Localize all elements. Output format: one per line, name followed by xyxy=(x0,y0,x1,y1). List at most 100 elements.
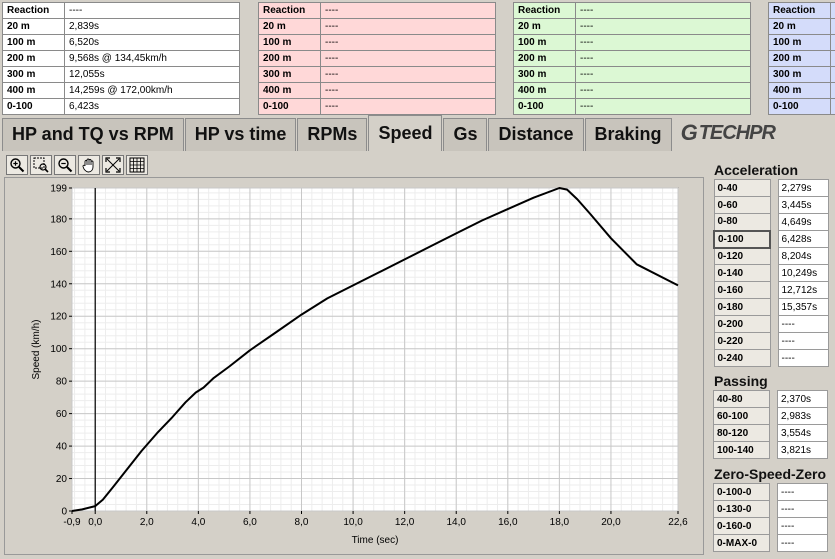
run-table-row: Reaction ---- xyxy=(258,2,496,19)
run-metric-label: 200 m xyxy=(258,50,321,67)
metric-label[interactable]: 0-40 xyxy=(713,179,771,197)
run-metric-value xyxy=(830,50,835,67)
run-table-2: Reaction ---- 20 m ---- 100 m ---- 200 m ---- 30… xyxy=(258,2,496,115)
metric-label[interactable]: 0-180 xyxy=(713,298,771,316)
run-metric-value xyxy=(830,18,835,35)
run-metric-value xyxy=(830,66,835,83)
metric-label[interactable]: 0-240 xyxy=(713,349,771,367)
metric-value: 4,649s xyxy=(777,213,829,231)
plot-toolbar xyxy=(6,155,148,175)
run-table-row: 20 m ---- xyxy=(258,18,496,35)
run-table-row: Reaction xyxy=(768,2,835,19)
run-metric-label: 100 m xyxy=(768,34,831,51)
logo-text: TECHPR xyxy=(698,121,776,144)
cell-spacer xyxy=(770,248,778,265)
metric-value: ---- xyxy=(777,483,828,501)
metric-label[interactable]: 80-120 xyxy=(713,424,770,442)
run-metric-label: 20 m xyxy=(2,18,65,35)
x-tick-label: 2,0 xyxy=(140,517,154,528)
run-metric-value xyxy=(830,34,835,51)
metric-label[interactable]: 100-140 xyxy=(713,441,770,459)
run-table-row: 300 m ---- xyxy=(258,66,496,83)
run-metric-label: 100 m xyxy=(2,34,65,51)
metric-label[interactable]: 0-140 xyxy=(713,264,771,282)
tab-hp-tq-vs-rpm[interactable]: HP and TQ vs RPM xyxy=(2,118,184,151)
plot-area[interactable] xyxy=(71,187,679,512)
y-tick-label: 40 xyxy=(56,442,68,453)
cell-spacer xyxy=(770,282,778,299)
metric-label[interactable]: 0-130-0 xyxy=(713,500,770,518)
metric-label[interactable]: 40-80 xyxy=(713,390,770,408)
metric-value: 12,712s xyxy=(777,281,829,299)
metric-row: 100-140 3,821s xyxy=(713,441,828,459)
zero-speed-zero-title: Zero-Speed-Zero xyxy=(714,466,827,482)
run-metric-value: ---- xyxy=(575,82,751,99)
run-metric-value: ---- xyxy=(320,34,496,51)
zoom-fit-icon[interactable] xyxy=(102,155,124,175)
logo-mark-icon: G xyxy=(680,120,698,145)
cell-spacer xyxy=(770,265,778,282)
zoom-out-icon[interactable] xyxy=(54,155,76,175)
speed-chart[interactable]: -0,9 0,0 2,0 4,0 6,0 8,0 10,0 12,0 14,0 16,0 18,0 2… xyxy=(5,178,703,554)
x-tick-label: 14,0 xyxy=(446,517,466,528)
run-metric-value: ---- xyxy=(320,2,496,19)
metric-row: 0-130-0 ---- xyxy=(713,500,828,518)
run-metric-value: ---- xyxy=(320,98,496,115)
run-metric-label: 100 m xyxy=(258,34,321,51)
run-metric-value: ---- xyxy=(575,34,751,51)
cell-spacer xyxy=(770,180,778,197)
run-table-row: 400 m 14,259s @ 172,00km/h xyxy=(2,82,240,99)
metric-label[interactable]: 0-60 xyxy=(713,196,771,214)
run-metric-label: Reaction xyxy=(2,2,65,19)
run-metric-label: 0-100 xyxy=(258,98,321,115)
run-metric-value: ---- xyxy=(575,50,751,67)
run-table-row: 0-100 ---- xyxy=(258,98,496,115)
metric-row: 0-100-0 ---- xyxy=(713,483,828,501)
metric-label[interactable]: 0-120 xyxy=(713,247,771,265)
metric-label[interactable]: 0-80 xyxy=(713,213,771,231)
tab-braking[interactable]: Braking xyxy=(584,118,672,151)
run-metric-value: ---- xyxy=(575,98,751,115)
metric-row: 0-200 ---- xyxy=(713,315,829,333)
metric-label[interactable]: 60-100 xyxy=(713,407,770,425)
run-metric-value: ---- xyxy=(320,82,496,99)
cell-spacer xyxy=(770,316,778,333)
cell-spacer xyxy=(770,425,778,442)
run-metric-label: 20 m xyxy=(768,18,831,35)
run-metric-value: 12,055s xyxy=(64,66,240,83)
grid-icon[interactable] xyxy=(126,155,148,175)
metric-label[interactable]: 0-MAX-0 xyxy=(713,534,770,552)
zoom-in-icon[interactable] xyxy=(6,155,28,175)
zoom-rect-icon[interactable] xyxy=(30,155,52,175)
tab-rpms[interactable]: RPMs xyxy=(297,118,368,151)
metric-row: 0-160-0 ---- xyxy=(713,517,828,535)
metric-label[interactable]: 0-100-0 xyxy=(713,483,770,501)
tab-hp-vs-time[interactable]: HP vs time xyxy=(184,118,297,151)
metric-label[interactable]: 0-220 xyxy=(713,332,771,350)
metric-value: 2,983s xyxy=(777,407,828,425)
tab-distance[interactable]: Distance xyxy=(488,118,584,151)
run-metric-value xyxy=(830,98,835,115)
acceleration-panel: Acceleration 0-40 2,279s 0-60 3,445s 0-80 4,6… xyxy=(710,161,835,367)
metric-row: 40-80 2,370s xyxy=(713,390,828,408)
pan-hand-icon[interactable] xyxy=(78,155,100,175)
tab-speed[interactable]: Speed xyxy=(368,115,443,151)
tab-bar: HP and TQ vs RPM HP vs time RPMs Speed G… xyxy=(2,115,835,151)
x-tick-label: 10,0 xyxy=(343,517,363,528)
run-table-row: Reaction ---- xyxy=(513,2,751,19)
metric-label[interactable]: 0-160-0 xyxy=(713,517,770,535)
run-metric-label: 100 m xyxy=(513,34,576,51)
run-metric-label: 200 m xyxy=(513,50,576,67)
tab-gs[interactable]: Gs xyxy=(443,118,488,151)
run-metric-value: 6,423s xyxy=(64,98,240,115)
metric-value: 8,204s xyxy=(777,247,829,265)
x-tick-label: 0,0 xyxy=(88,517,102,528)
y-tick-label: 180 xyxy=(50,214,67,225)
metric-label[interactable]: 0-100 xyxy=(713,229,771,249)
metric-label[interactable]: 0-200 xyxy=(713,315,771,333)
run-table-row: 300 m xyxy=(768,66,835,83)
x-tick-label: 20,0 xyxy=(601,517,621,528)
passing-title: Passing xyxy=(714,373,768,389)
x-tick-label: 22,6 xyxy=(668,517,688,528)
metric-label[interactable]: 0-160 xyxy=(713,281,771,299)
